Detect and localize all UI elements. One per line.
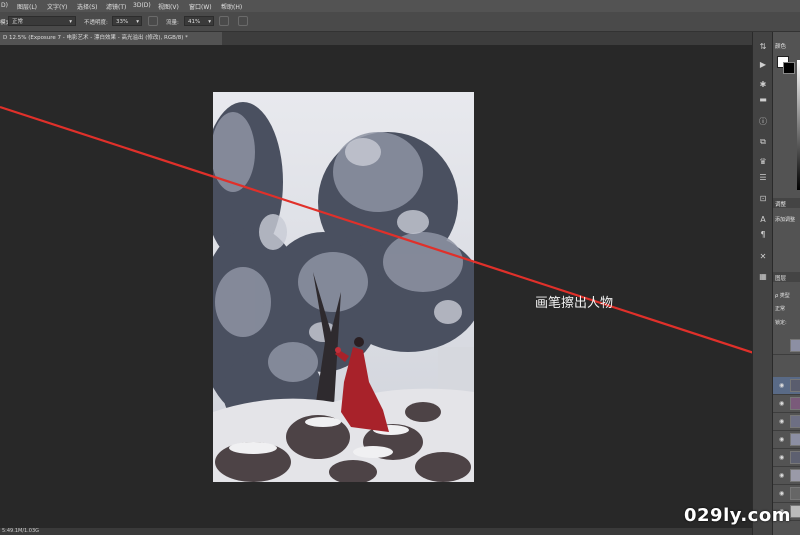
info-icon[interactable]: ⓘ xyxy=(757,117,769,127)
layer-filter-field[interactable]: ρ 类型 xyxy=(775,292,790,299)
eye-icon[interactable]: ◉ xyxy=(779,472,784,479)
eye-icon[interactable]: ◉ xyxy=(779,454,784,461)
adjustments-hint: 添加调整 xyxy=(775,217,796,223)
eye-icon[interactable]: ◉ xyxy=(779,490,784,497)
tool-presets-icon[interactable]: ♛ xyxy=(757,157,769,167)
status-bar: 5:49.1M/1.03G xyxy=(0,528,754,535)
layer-row[interactable]: ◉ xyxy=(773,431,800,449)
brush-settings-icon[interactable]: ✱ xyxy=(757,80,769,90)
layer-row-selected[interactable]: ◉ xyxy=(773,377,800,395)
color-panel-tab[interactable]: 颜色 xyxy=(775,42,786,50)
tools-crossed-icon[interactable]: ✕ xyxy=(757,252,769,262)
glyphs-icon[interactable]: ▦ xyxy=(757,272,769,282)
swatches-icon[interactable]: ▬ xyxy=(757,95,769,105)
background-color-swatch[interactable] xyxy=(783,62,795,74)
eye-icon[interactable]: ◉ xyxy=(779,436,784,443)
annotation-caption: 画笔擦出人物 xyxy=(535,296,614,311)
right-panels: 颜色 调整 添加调整 图层 ρ 类型 正常 锁定: ◉ ◉ ◉ ◉ ◉ ◉ ◉ … xyxy=(772,32,800,535)
layer-blend-mode[interactable]: 正常 xyxy=(775,305,785,312)
annotation-arrow-line xyxy=(0,105,800,370)
layer-row[interactable] xyxy=(773,337,800,355)
layer-row[interactable]: ◉ xyxy=(773,467,800,485)
eye-icon[interactable]: ◉ xyxy=(779,400,784,407)
paragraph-icon[interactable]: ¶ xyxy=(757,230,769,240)
layer-row[interactable]: ◉ xyxy=(773,395,800,413)
site-watermark: 029ly.com xyxy=(684,505,791,526)
eye-icon[interactable]: ◉ xyxy=(779,418,784,425)
adjustments-panel-tab[interactable]: 调整 xyxy=(775,200,786,208)
panel-tool-strip: ⇅ ▶ ✱ ▬ ⓘ ⧉ ♛ ☰ ⊡ A ¶ ✕ ▦ xyxy=(752,32,773,535)
layer-row[interactable]: ◉ xyxy=(773,485,800,503)
layer-lock-label: 锁定: xyxy=(775,320,787,326)
layer-row[interactable]: ◉ xyxy=(773,413,800,431)
layer-row[interactable]: ◉ xyxy=(773,449,800,467)
character-icon[interactable]: A xyxy=(757,215,769,225)
layers-panel-tab[interactable]: 图层 xyxy=(775,274,786,282)
history-icon[interactable]: ⇅ xyxy=(757,42,769,52)
properties-icon[interactable]: ☰ xyxy=(757,173,769,183)
adjustments-icon[interactable]: ⊡ xyxy=(757,194,769,204)
eye-icon[interactable]: ◉ xyxy=(779,382,784,389)
play-action-icon[interactable]: ▶ xyxy=(757,60,769,70)
clone-source-icon[interactable]: ⧉ xyxy=(757,137,769,147)
document-size-readout: 5:49.1M/1.03G xyxy=(2,528,40,534)
